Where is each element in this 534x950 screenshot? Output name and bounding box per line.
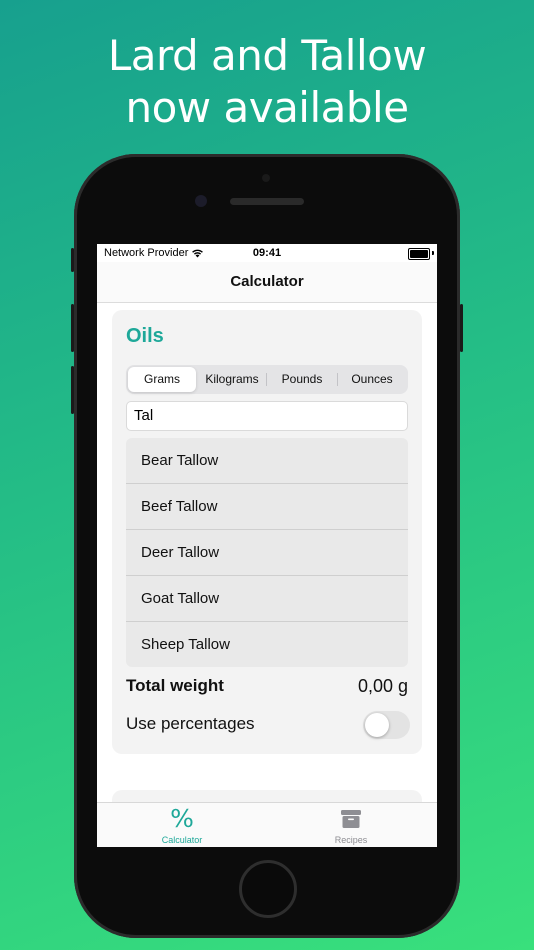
suggestion-item[interactable]: Sheep Tallow: [126, 622, 408, 667]
percent-icon: %: [170, 804, 194, 833]
tab-calculator[interactable]: % Calculator: [122, 806, 242, 846]
home-button[interactable]: [239, 860, 297, 918]
unit-segment-ounces[interactable]: Ounces: [338, 367, 406, 392]
oil-suggestion-list: Bear Tallow Beef Tallow Deer Tallow Goat…: [126, 438, 408, 667]
volume-up-button: [71, 304, 74, 352]
use-percentages-toggle[interactable]: [363, 711, 410, 739]
suggestion-item[interactable]: Deer Tallow: [126, 530, 408, 576]
unit-segment-grams[interactable]: Grams: [128, 367, 196, 392]
front-camera: [195, 195, 207, 207]
unit-segment-kilograms[interactable]: Kilograms: [198, 367, 266, 392]
oils-card: Oils Grams Kilograms Pounds Ounces Tal B…: [112, 310, 422, 754]
proximity-sensor: [262, 174, 270, 182]
earpiece-speaker: [230, 198, 304, 205]
total-weight-value: 0,00 g: [357, 676, 408, 696]
tab-calculator-label: Calculator: [161, 835, 203, 845]
use-percentages-label: Use percentages: [126, 714, 255, 733]
tab-bar: % Calculator Recipes: [97, 802, 437, 847]
phone-frame: Network Provider 09:41 Calculator Oils G…: [71, 154, 463, 938]
promo-headline: Lard and Tallow now available: [0, 30, 534, 134]
nav-title: Calculator: [230, 273, 304, 290]
oil-search-input[interactable]: Tal: [126, 401, 408, 431]
calculator-content[interactable]: Oils Grams Kilograms Pounds Ounces Tal B…: [97, 303, 437, 830]
archive-box-icon: [291, 806, 411, 832]
battery-icon: [408, 248, 430, 260]
oils-section-title: Oils: [126, 325, 164, 347]
suggestion-item[interactable]: Goat Tallow: [126, 576, 408, 622]
headline-line-2: now available: [125, 83, 409, 132]
navigation-bar: Calculator: [97, 262, 437, 303]
tab-recipes-label: Recipes: [334, 835, 368, 845]
segment-divider: [266, 373, 267, 386]
total-weight-row: Total weight 0,00 g: [126, 674, 408, 698]
total-weight-label: Total weight: [126, 676, 224, 695]
headline-line-1: Lard and Tallow: [107, 31, 427, 80]
status-time: 09:41: [252, 247, 282, 259]
tab-recipes[interactable]: Recipes: [291, 806, 411, 846]
unit-segmented-control: Grams Kilograms Pounds Ounces: [126, 365, 408, 394]
volume-down-button: [71, 366, 74, 414]
use-percentages-row: Use percentages: [126, 710, 410, 740]
suggestion-item[interactable]: Beef Tallow: [126, 484, 408, 530]
mute-switch: [71, 248, 74, 272]
status-bar: Network Provider 09:41: [97, 244, 437, 262]
power-button: [460, 304, 463, 352]
battery-tip: [432, 251, 434, 255]
toggle-knob: [365, 713, 389, 737]
suggestion-item[interactable]: Bear Tallow: [126, 438, 408, 484]
app-screen: Network Provider 09:41 Calculator Oils G…: [97, 244, 437, 847]
unit-segment-pounds[interactable]: Pounds: [268, 367, 336, 392]
